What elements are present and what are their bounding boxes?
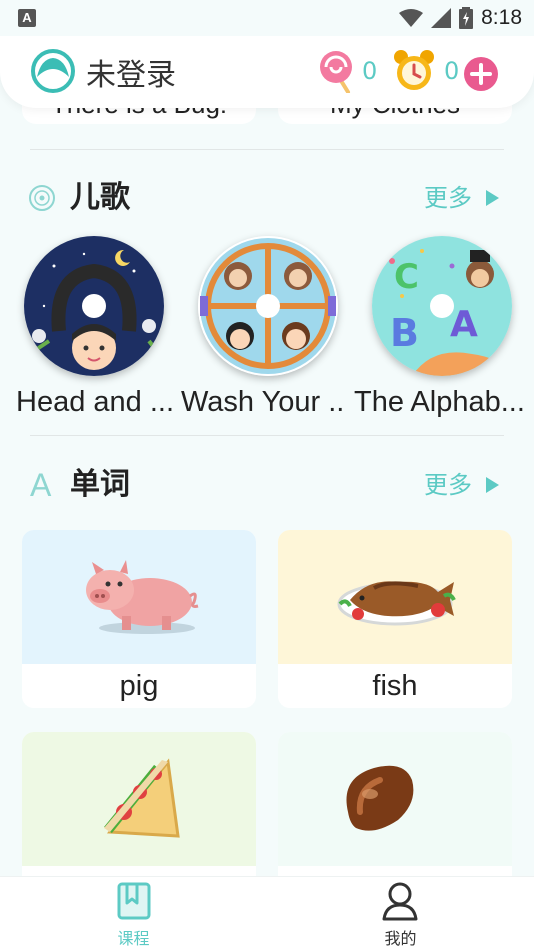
disc-hole (256, 294, 280, 318)
song-disc[interactable] (198, 236, 338, 376)
letter-a-icon: A (30, 467, 52, 503)
bottom-tab-bar: 课程 我的 (0, 876, 534, 951)
add-button[interactable] (464, 57, 498, 91)
tab-label: 我的 (384, 929, 417, 948)
svg-text:A: A (450, 304, 478, 345)
play-arrow-icon[interactable] (486, 477, 499, 493)
sandwich-image (22, 732, 256, 866)
notification-icon: A (18, 9, 36, 27)
word-card[interactable]: pig (22, 530, 256, 708)
song-disc[interactable]: C B A (372, 236, 512, 376)
words-section-title: 单词 (70, 467, 130, 502)
candy-count: 0 (362, 57, 378, 85)
candy-stat[interactable]: 0 (318, 48, 377, 94)
battery-icon (459, 7, 474, 29)
song-title[interactable]: Wash Your ... (181, 386, 345, 419)
pig-image (22, 530, 256, 664)
tab-mine[interactable]: 我的 (267, 877, 534, 951)
status-bar: A 8:18 (0, 0, 534, 36)
home-scroll[interactable]: There is a Bug! My Clothes 未登录 0 (0, 36, 534, 876)
avatar-icon[interactable] (31, 49, 75, 93)
word-card[interactable]: fish (278, 530, 512, 708)
signal-icon (431, 8, 452, 28)
user-icon (382, 882, 418, 921)
svg-text:C: C (394, 257, 419, 297)
divider (30, 435, 504, 436)
tab-courses[interactable]: 课程 (0, 877, 267, 951)
lollipop-icon (320, 51, 352, 93)
wifi-icon (399, 9, 424, 27)
song-disc[interactable] (24, 236, 164, 376)
clock-count: 0 (444, 57, 460, 85)
user-header: 未登录 0 0 (0, 36, 534, 108)
tab-label: 课程 (117, 929, 150, 948)
words-section-header: A 单词 更多 (0, 463, 534, 507)
disc-hole (430, 294, 454, 318)
status-time: 8:18 (481, 6, 522, 29)
plus-icon (470, 63, 492, 85)
disc-icon (29, 185, 55, 211)
songs-more-link[interactable]: 更多 (424, 176, 472, 220)
divider (30, 149, 504, 150)
disc-hole (82, 294, 106, 318)
fish-dish-image (278, 530, 512, 664)
svg-text:B: B (390, 311, 419, 355)
word-label (22, 866, 256, 876)
word-label (278, 866, 512, 876)
word-label: fish (278, 664, 512, 708)
word-label: pig (22, 664, 256, 708)
chestnut-image (278, 732, 512, 866)
clock-stat[interactable]: 0 (392, 48, 459, 94)
login-status[interactable]: 未登录 (86, 50, 176, 94)
song-title[interactable]: The Alphab... (354, 386, 528, 419)
song-title[interactable]: Head and ... (16, 386, 180, 419)
book-icon (117, 882, 151, 920)
alarm-clock-icon (394, 50, 434, 90)
words-more-link[interactable]: 更多 (424, 463, 472, 507)
play-arrow-icon[interactable] (486, 190, 499, 206)
songs-section-title: 儿歌 (70, 180, 130, 215)
word-card[interactable] (278, 732, 512, 876)
songs-section-header: 儿歌 更多 (0, 176, 534, 220)
word-card[interactable] (22, 732, 256, 876)
